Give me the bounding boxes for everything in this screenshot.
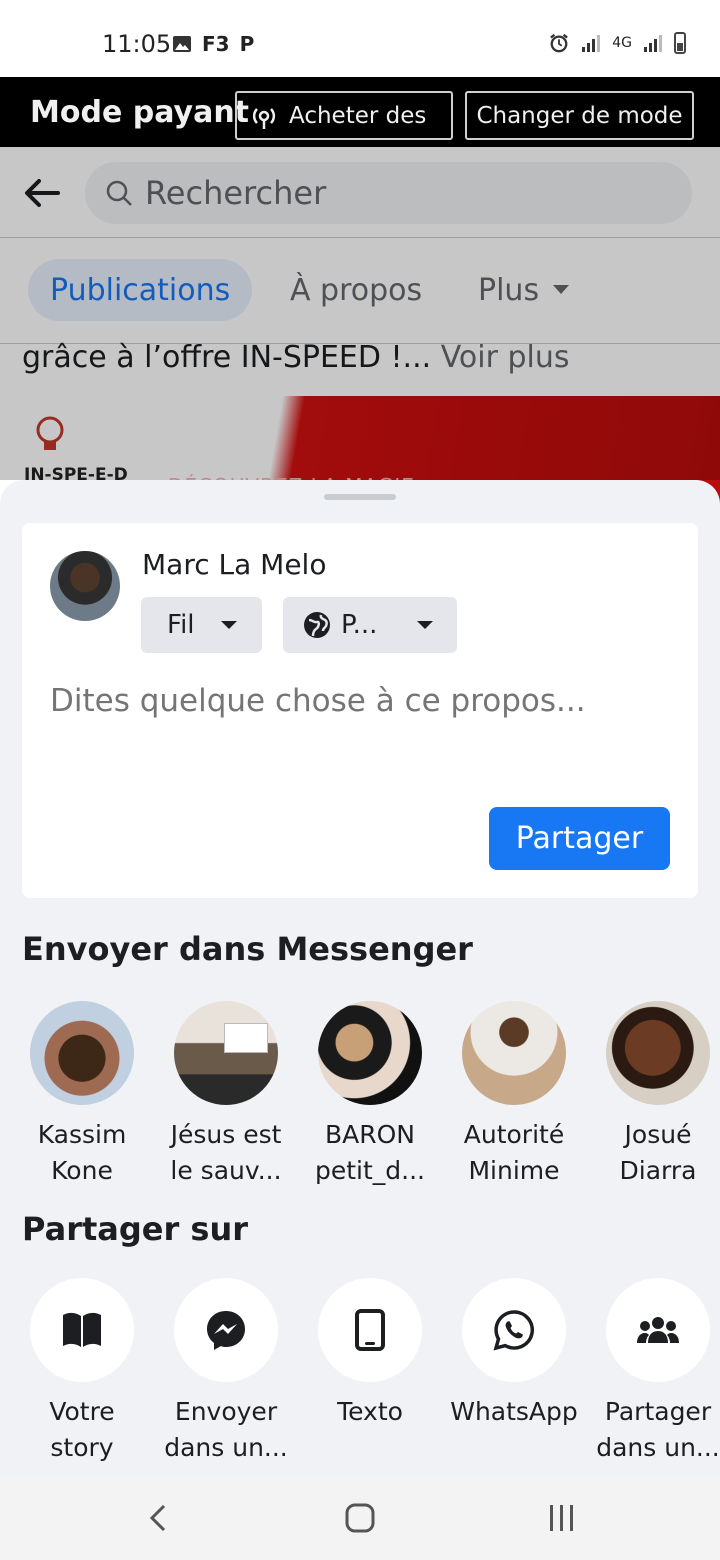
- recents-icon: [550, 1505, 573, 1531]
- phone-icon: [355, 1309, 385, 1351]
- share-option-circle: [606, 1278, 710, 1382]
- contact-avatar: [606, 1001, 710, 1105]
- contact-name: Kassim Kone: [37, 1120, 127, 1185]
- share-to-group[interactable]: Partager dans un...: [586, 1278, 720, 1466]
- contact-item[interactable]: Jésus est le sauv...: [154, 1001, 298, 1189]
- contact-name: Autorité Minime: [463, 1120, 565, 1185]
- share-via-whatsapp[interactable]: WhatsApp: [442, 1278, 586, 1430]
- globe-icon: [304, 612, 330, 638]
- home-square-icon: [345, 1503, 375, 1533]
- share-sheet: Marc La Melo Fil P... Partager Envoyer d…: [0, 480, 720, 1476]
- share-to-messenger[interactable]: Envoyer dans un...: [154, 1278, 298, 1466]
- status-right-icons: 4G: [548, 32, 686, 54]
- status-time: 11:05: [102, 30, 172, 58]
- share-option-circle: [30, 1278, 134, 1382]
- mode-title: Mode payant: [30, 95, 250, 130]
- nav-recents-button[interactable]: [542, 1498, 582, 1538]
- audience-label: Fil: [167, 610, 195, 640]
- share-option-label: Votre story: [49, 1397, 115, 1462]
- status-bar: 11:05 F3 P 4G: [0, 0, 720, 77]
- background-dim-overlay[interactable]: [0, 147, 720, 480]
- signal-icon: [582, 35, 601, 52]
- contact-item[interactable]: Josué Diarra: [586, 1001, 720, 1189]
- privacy-dropdown[interactable]: P...: [283, 597, 457, 653]
- share-option-label: Partager dans un...: [596, 1397, 720, 1462]
- whatsapp-icon: [493, 1310, 535, 1351]
- privacy-label: P...: [341, 610, 378, 640]
- share-option-label: Texto: [337, 1397, 403, 1426]
- image-icon: [173, 36, 191, 52]
- share-composer: Marc La Melo Fil P... Partager: [22, 523, 698, 898]
- nav-home-button[interactable]: [340, 1498, 380, 1538]
- status-left-icons: F3 P: [172, 32, 254, 56]
- caret-down-icon: [417, 621, 434, 629]
- chevron-left-icon: [149, 1504, 166, 1532]
- audience-dropdown[interactable]: Fil: [141, 597, 262, 653]
- buy-data-label: Acheter des: [289, 102, 427, 129]
- caret-down-icon: [220, 621, 237, 629]
- mode-bar: Mode payant Acheter des Changer de mode: [0, 77, 720, 147]
- contact-avatar: [174, 1001, 278, 1105]
- share-option-circle: [462, 1278, 566, 1382]
- group-icon: [637, 1317, 679, 1343]
- contact-avatar: [318, 1001, 422, 1105]
- user-avatar: [50, 551, 120, 621]
- broadcast-icon: [252, 107, 276, 129]
- share-on-section-title: Partager sur: [22, 1210, 248, 1248]
- share-text-input[interactable]: [50, 683, 670, 719]
- contact-item[interactable]: Kassim Kone: [10, 1001, 154, 1189]
- sheet-drag-handle[interactable]: [324, 494, 396, 500]
- share-option-circle: [318, 1278, 422, 1382]
- share-now-button[interactable]: Partager: [489, 807, 670, 870]
- messenger-section-title: Envoyer dans Messenger: [22, 930, 473, 968]
- notification-f3-icon: F3: [202, 32, 230, 56]
- contact-avatar: [462, 1001, 566, 1105]
- contact-name: Josué Diarra: [619, 1120, 697, 1185]
- user-name: Marc La Melo: [142, 548, 327, 581]
- network-type: 4G: [612, 35, 632, 51]
- change-mode-button[interactable]: Changer de mode: [465, 91, 694, 140]
- system-nav-bar: [0, 1476, 720, 1560]
- contact-item[interactable]: BARON petit_d...: [298, 1001, 442, 1189]
- signal-icon-2: [644, 35, 662, 52]
- contact-avatar: [30, 1001, 134, 1105]
- contact-item[interactable]: Autorité Minime: [442, 1001, 586, 1189]
- notification-p-icon: P: [239, 32, 255, 56]
- share-via-sms[interactable]: Texto: [298, 1278, 442, 1430]
- contact-name: Jésus est le sauv...: [170, 1120, 282, 1185]
- share-option-circle: [174, 1278, 278, 1382]
- share-option-label: Envoyer dans un...: [164, 1397, 288, 1462]
- buy-data-button[interactable]: Acheter des: [235, 91, 453, 140]
- battery-icon: [674, 32, 686, 54]
- share-option-label: WhatsApp: [450, 1397, 578, 1426]
- nav-back-button[interactable]: [138, 1498, 178, 1538]
- share-now-label: Partager: [515, 821, 644, 856]
- alarm-icon: [550, 33, 569, 53]
- messenger-icon: [207, 1311, 245, 1350]
- book-icon: [63, 1312, 101, 1347]
- share-to-story[interactable]: Votre story: [10, 1278, 154, 1466]
- contact-name: BARON petit_d...: [314, 1120, 425, 1185]
- change-mode-label: Changer de mode: [476, 102, 683, 129]
